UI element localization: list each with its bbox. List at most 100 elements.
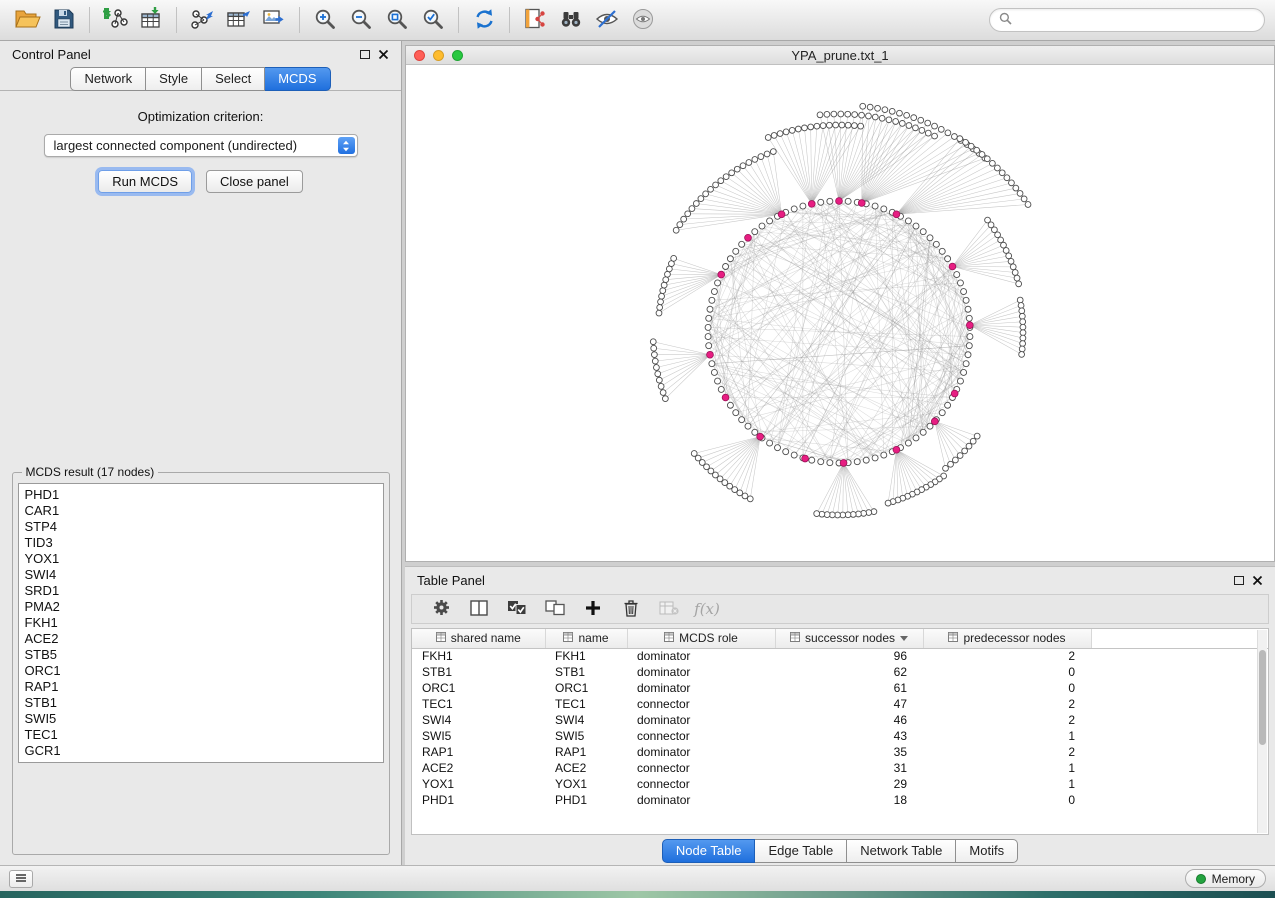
network-node[interactable]: [852, 123, 858, 129]
mcds-result-item[interactable]: PHD1: [25, 487, 377, 503]
network-node[interactable]: [727, 402, 733, 408]
network-node[interactable]: [957, 453, 963, 459]
network-node[interactable]: [920, 229, 926, 235]
table-row[interactable]: ORC1ORC1dominator610: [412, 680, 1268, 696]
network-node[interactable]: [718, 386, 724, 392]
network-node[interactable]: [1020, 324, 1026, 330]
network-node[interactable]: [723, 264, 729, 270]
network-hub-node[interactable]: [951, 390, 958, 397]
table-scrollbar[interactable]: [1257, 630, 1267, 833]
table-row[interactable]: ACE2ACE2connector311: [412, 760, 1268, 776]
run-mcds-button[interactable]: Run MCDS: [98, 170, 192, 193]
search-input[interactable]: [1018, 13, 1255, 27]
column-header-mcds-role[interactable]: MCDS role: [627, 629, 775, 648]
tab-network[interactable]: Network: [70, 67, 146, 91]
scrollbar-thumb[interactable]: [1259, 650, 1266, 745]
network-hub-node[interactable]: [808, 200, 815, 207]
network-hub-node[interactable]: [836, 198, 843, 205]
network-node[interactable]: [650, 339, 656, 345]
network-hub-node[interactable]: [757, 433, 764, 440]
network-node[interactable]: [802, 125, 808, 131]
network-node[interactable]: [698, 196, 704, 202]
network-node[interactable]: [994, 165, 1000, 171]
show-column-button[interactable]: [460, 596, 498, 622]
column-header-name[interactable]: name: [545, 629, 627, 648]
network-node[interactable]: [739, 241, 745, 247]
network-node[interactable]: [845, 198, 851, 204]
network-node[interactable]: [1006, 253, 1012, 259]
network-node[interactable]: [729, 170, 735, 176]
show-details-button[interactable]: [625, 4, 661, 36]
network-node[interactable]: [886, 117, 892, 123]
deselect-all-button[interactable]: [536, 596, 574, 622]
network-node[interactable]: [1017, 297, 1023, 303]
tab-edge-table[interactable]: Edge Table: [755, 839, 847, 863]
network-node[interactable]: [881, 452, 887, 458]
network-node[interactable]: [1019, 308, 1025, 314]
network-node[interactable]: [685, 211, 691, 217]
network-node[interactable]: [859, 112, 865, 118]
network-node[interactable]: [655, 371, 661, 377]
network-node[interactable]: [961, 369, 967, 375]
network-node[interactable]: [651, 345, 657, 351]
network-node[interactable]: [845, 122, 851, 128]
table-row[interactable]: PHD1PHD1dominator180: [412, 792, 1268, 808]
network-node[interactable]: [817, 112, 823, 118]
mcds-result-item[interactable]: SRD1: [25, 583, 377, 599]
network-hub-node[interactable]: [840, 460, 847, 467]
column-header-successor-nodes[interactable]: successor nodes: [775, 629, 923, 648]
network-node[interactable]: [962, 448, 968, 454]
mcds-result-item[interactable]: CAR1: [25, 503, 377, 519]
network-hub-node[interactable]: [931, 418, 938, 425]
network-node[interactable]: [957, 280, 963, 286]
network-node[interactable]: [963, 361, 969, 367]
network-node[interactable]: [1018, 303, 1024, 309]
find-binoculars-button[interactable]: [553, 4, 589, 36]
network-node[interactable]: [759, 223, 765, 229]
table-row[interactable]: YOX1YOX1connector291: [412, 776, 1268, 792]
network-node[interactable]: [715, 378, 721, 384]
share-document-button[interactable]: [517, 4, 553, 36]
float-table-panel-icon[interactable]: [1234, 576, 1244, 585]
network-node[interactable]: [970, 438, 976, 444]
network-node[interactable]: [939, 410, 945, 416]
network-node[interactable]: [705, 324, 711, 330]
network-node[interactable]: [745, 423, 751, 429]
network-node[interactable]: [945, 402, 951, 408]
network-node[interactable]: [827, 198, 833, 204]
network-node[interactable]: [952, 457, 958, 463]
tab-network-table[interactable]: Network Table: [847, 839, 956, 863]
delete-column-button[interactable]: [612, 596, 650, 622]
network-node[interactable]: [963, 139, 969, 145]
network-node[interactable]: [838, 111, 844, 117]
network-node[interactable]: [893, 119, 899, 125]
network-node[interactable]: [913, 125, 919, 131]
network-node[interactable]: [734, 166, 740, 172]
network-node[interactable]: [777, 131, 783, 137]
network-node[interactable]: [752, 157, 758, 163]
network-node[interactable]: [1021, 196, 1027, 202]
network-node[interactable]: [885, 500, 891, 506]
network-node[interactable]: [933, 241, 939, 247]
network-node[interactable]: [752, 229, 758, 235]
network-node[interactable]: [867, 104, 873, 110]
network-node[interactable]: [1014, 275, 1020, 281]
network-node[interactable]: [858, 123, 864, 129]
network-node[interactable]: [927, 235, 933, 241]
sort-caret-icon[interactable]: [900, 636, 908, 641]
network-node[interactable]: [673, 227, 679, 233]
network-node[interactable]: [925, 130, 931, 136]
mcds-result-item[interactable]: YOX1: [25, 551, 377, 567]
network-node[interactable]: [1016, 281, 1022, 287]
network-node[interactable]: [658, 383, 664, 389]
network-node[interactable]: [875, 105, 881, 111]
zoom-in-button[interactable]: [307, 4, 343, 36]
network-node[interactable]: [660, 288, 666, 294]
network-node[interactable]: [974, 433, 980, 439]
network-hub-node[interactable]: [949, 263, 956, 270]
network-node[interactable]: [711, 369, 717, 375]
network-node[interactable]: [974, 147, 980, 153]
network-node[interactable]: [939, 248, 945, 254]
network-node[interactable]: [789, 127, 795, 133]
network-node[interactable]: [656, 377, 662, 383]
